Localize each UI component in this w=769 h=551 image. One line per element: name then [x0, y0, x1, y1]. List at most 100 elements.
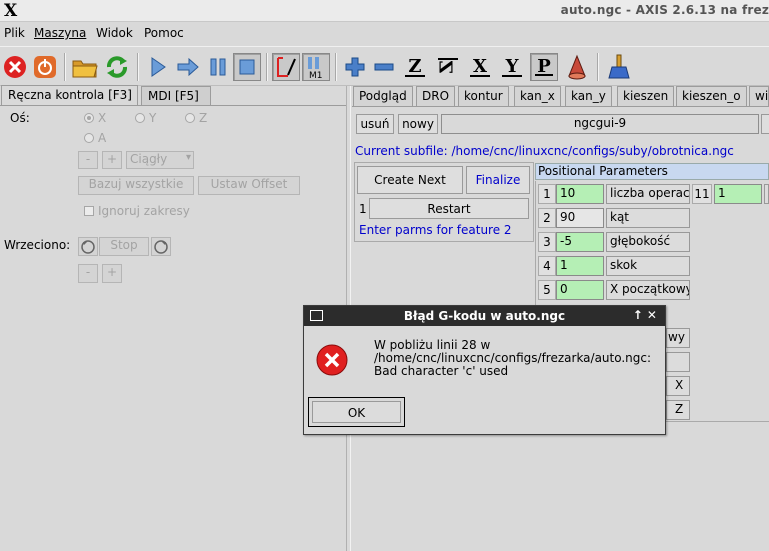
menu-help[interactable]: Pomoc — [144, 26, 184, 40]
view-perspective-button[interactable]: P — [530, 53, 558, 81]
app-logo: X — [4, 1, 18, 21]
jog-minus-button[interactable]: - — [78, 151, 98, 169]
enter-parms-label: Enter parms for feature 2 — [359, 223, 512, 237]
spindle-minus-button[interactable]: - — [78, 264, 98, 283]
spindle-cw-button[interactable] — [151, 237, 171, 256]
machine-power-button[interactable] — [31, 53, 59, 81]
zoom-out-button[interactable] — [370, 53, 398, 81]
estop-button[interactable] — [1, 53, 29, 81]
rotate-view-button[interactable] — [563, 53, 591, 81]
param-value-input[interactable]: 10 — [556, 184, 604, 204]
new-button[interactable]: nowy — [398, 114, 438, 134]
touch-off-button[interactable]: Ustaw Offset — [198, 176, 300, 195]
stop-button[interactable] — [233, 53, 261, 81]
view-x-button[interactable]: X — [466, 53, 494, 81]
gcode-error-dialog: Błąd G-kodu w auto.ngc ↑ ✕ W pobliżu lin… — [303, 305, 666, 435]
svg-text:M1: M1 — [309, 71, 323, 80]
dialog-title: Błąd G-kodu w auto.ngc — [403, 309, 566, 323]
param-index: 4 — [538, 256, 556, 276]
current-subfile-label: Current subfile: /home/cnc/linuxcnc/conf… — [355, 144, 734, 158]
spindle-ccw-icon — [81, 240, 95, 254]
dialog-title-bar: Błąd G-kodu w auto.ngc ↑ ✕ — [304, 306, 665, 326]
tab-kan-y[interactable]: kan_y — [565, 86, 612, 106]
home-all-button[interactable]: Bazuj wszystkie — [78, 176, 194, 195]
view-y-button[interactable]: Y — [498, 53, 526, 81]
block-delete-icon — [277, 57, 296, 77]
menu-view[interactable]: Widok — [96, 26, 133, 40]
tab-kan-x[interactable]: kan_x — [514, 86, 561, 106]
ngcgui-name-field[interactable]: ngcgui-9 — [441, 114, 759, 134]
toolbar-separator — [335, 53, 337, 81]
block-delete-button[interactable] — [272, 53, 300, 81]
play-icon — [151, 57, 166, 77]
tab-wi[interactable]: wi — [749, 86, 769, 106]
spindle-ccw-button[interactable] — [78, 237, 98, 256]
param-label: X — [666, 376, 690, 396]
view-z-button[interactable]: Z — [401, 53, 429, 81]
param-value-input[interactable]: -5 — [556, 232, 604, 252]
spindle-plus-button[interactable]: + — [102, 264, 122, 283]
toolbar-separator — [137, 53, 139, 81]
tab-kontur[interactable]: kontur — [458, 86, 509, 106]
param-value-input[interactable]: 1 — [714, 184, 762, 204]
axis-y-radio[interactable]: Y — [135, 111, 156, 125]
menu-file[interactable]: Plik — [4, 26, 25, 40]
spindle-stop-button[interactable]: Stop — [99, 237, 149, 256]
open-file-button[interactable] — [71, 53, 99, 81]
tab-manual-control[interactable]: Ręczna kontrola [F3] — [1, 85, 138, 106]
axis-z-radio[interactable]: Z — [185, 111, 207, 125]
param-index: 1 — [538, 184, 556, 204]
jog-mode-select[interactable]: Ciągły ▾ — [126, 151, 194, 169]
pause-button[interactable] — [204, 53, 232, 81]
step-button[interactable] — [174, 53, 202, 81]
toolbar-separator — [64, 53, 66, 81]
axis-a-radio[interactable]: A — [84, 131, 106, 145]
run-button[interactable] — [144, 53, 172, 81]
param-label — [764, 184, 769, 204]
tab-divider — [0, 105, 346, 106]
param-value-input[interactable]: 0 — [556, 280, 604, 300]
tab-dro[interactable]: DRO — [416, 86, 456, 106]
scroll-arrow[interactable] — [761, 114, 769, 134]
zoom-in-icon — [345, 57, 365, 77]
axis-x-radio[interactable]: X — [84, 111, 106, 125]
toolbar: M1 Z Z X Y P — [0, 46, 769, 86]
finalize-button[interactable]: Finalize — [466, 166, 530, 194]
toolbar-separator — [597, 53, 599, 81]
remove-button[interactable]: usuń — [356, 114, 394, 134]
param-label: wy — [666, 328, 690, 348]
ignore-limits-checkbox[interactable]: Ignoruj zakresy — [84, 204, 190, 218]
clear-plot-button[interactable] — [605, 53, 633, 81]
title-bar: X auto.ngc - AXIS 2.6.13 na frez — [0, 0, 769, 22]
jog-plus-button[interactable]: + — [102, 151, 122, 169]
tab-preview[interactable]: Podgląd — [353, 86, 413, 106]
zoom-out-icon — [374, 63, 394, 71]
optional-stop-button[interactable]: M1 — [302, 53, 330, 81]
zoom-in-button[interactable] — [341, 53, 369, 81]
param-label: głębokość — [606, 232, 690, 252]
param-label: Z — [666, 400, 690, 420]
spindle-cw-icon — [154, 240, 168, 254]
radio-indicator — [185, 113, 195, 123]
tab-kieszen-o[interactable]: kieszen_o — [676, 86, 747, 106]
window-title: auto.ngc - AXIS 2.6.13 na frez — [560, 3, 769, 17]
param-value-input[interactable]: 90 — [556, 208, 604, 228]
create-next-button[interactable]: Create Next — [357, 166, 463, 194]
ok-button[interactable]: OK — [312, 401, 401, 423]
param-index: 3 — [538, 232, 556, 252]
axis-label: Oś: — [10, 111, 30, 125]
error-icon — [316, 344, 348, 379]
param-value-input[interactable]: 1 — [556, 256, 604, 276]
power-icon — [34, 56, 56, 78]
tab-mdi[interactable]: MDI [F5] — [141, 86, 211, 105]
restart-button[interactable]: Restart — [369, 198, 529, 219]
menu-machine[interactable]: Maszyna — [34, 26, 86, 40]
view-z2-button[interactable]: Z — [434, 53, 462, 81]
view-x-label: X — [473, 56, 487, 77]
reload-button[interactable] — [103, 53, 131, 81]
tab-kieszen[interactable]: kieszen — [617, 86, 675, 106]
dialog-window-controls[interactable]: ↑ ✕ — [633, 308, 657, 322]
folder-icon — [72, 60, 98, 78]
broom-icon — [608, 54, 630, 79]
radio-indicator — [84, 113, 94, 123]
